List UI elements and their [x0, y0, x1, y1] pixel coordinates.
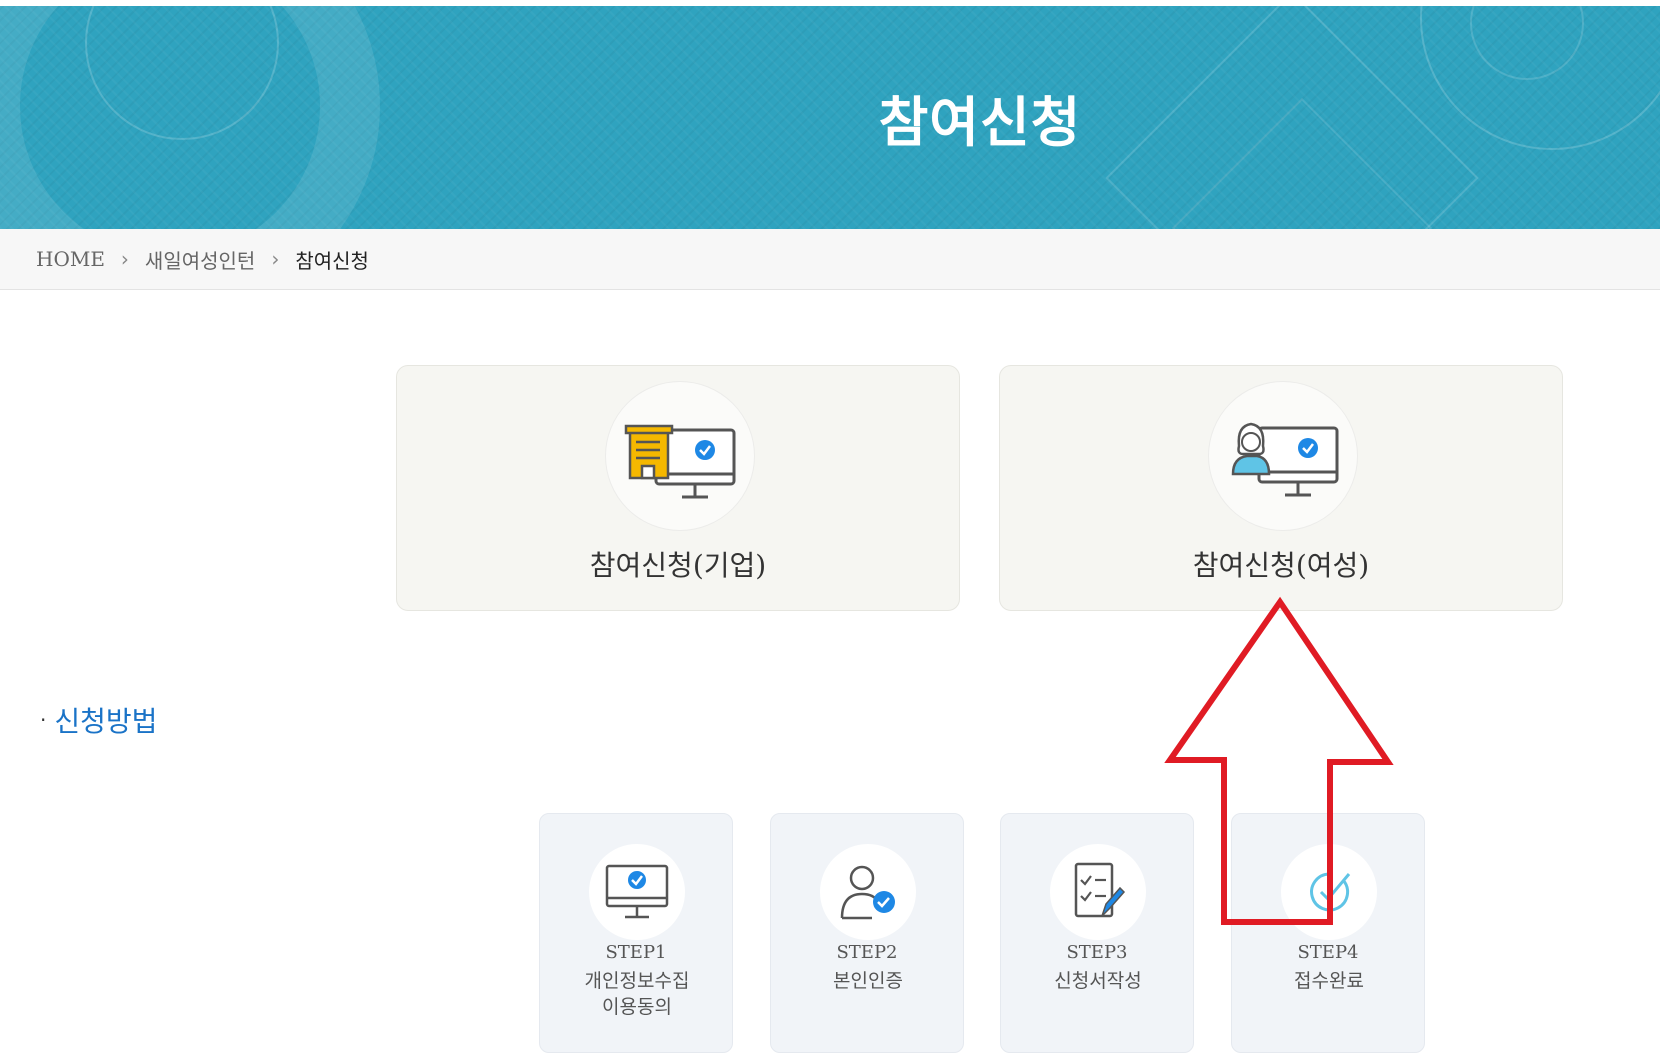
page-title: 참여신청 — [878, 91, 1082, 154]
breadcrumb-separator: › — [271, 247, 280, 271]
breadcrumb-separator: › — [120, 247, 129, 271]
step-number: STEP2 — [836, 942, 898, 963]
step-description-line: 신청서작성 — [1054, 970, 1142, 992]
breadcrumb-home[interactable]: HOME — [36, 247, 105, 271]
step-description-line: 본인인증 — [833, 970, 903, 992]
bullet-dot: · — [40, 708, 47, 732]
card-icon-circle — [605, 381, 755, 531]
step-icon-circle — [1050, 844, 1146, 940]
step-number: STEP3 — [1066, 942, 1128, 963]
apply-woman-card[interactable]: 참여신청(여성) — [999, 365, 1563, 611]
monitor-check-icon — [605, 864, 669, 919]
step-number: STEP4 — [1297, 942, 1359, 963]
apply-company-card[interactable]: 참여신청(기업) — [396, 365, 960, 611]
step-description: 신청서작성 — [1011, 968, 1185, 994]
apply-company-label: 참여신청(기업) — [589, 549, 767, 582]
step-icon-circle — [1281, 844, 1377, 940]
user-check-icon — [840, 865, 895, 920]
circle-check-icon — [1310, 872, 1351, 912]
breadcrumb-current: 참여신청 — [295, 248, 369, 273]
step-description: 본인인증 — [781, 968, 955, 994]
step-icon-circle — [589, 844, 685, 940]
step-number: STEP1 — [605, 942, 667, 963]
step-description-line: 이용동의 — [602, 996, 672, 1018]
step-description: 개인정보수집 이용동의 — [550, 968, 724, 1020]
apply-woman-label: 참여신청(여성) — [1192, 549, 1370, 582]
page-banner: 참여신청 — [0, 6, 1660, 229]
breadcrumb: HOME › 새일여성인턴 › 참여신청 — [0, 229, 1660, 290]
step-card-1: STEP1 개인정보수집 이용동의 — [539, 813, 733, 1053]
step-icon-circle — [820, 844, 916, 940]
method-title: 신청방법 — [54, 705, 158, 738]
step-description-line: 접수완료 — [1294, 970, 1364, 992]
step-description-line: 개인정보수집 — [584, 970, 690, 992]
step-card-4: STEP4 접수완료 — [1231, 813, 1425, 1053]
card-icon-circle — [1208, 381, 1358, 531]
woman-computer-icon — [1231, 422, 1339, 497]
step-description: 접수완료 — [1242, 968, 1416, 994]
checklist-pen-icon — [1074, 862, 1126, 918]
step-card-2: STEP2 본인인증 — [770, 813, 964, 1053]
method-heading: · 신청방법 — [40, 700, 157, 740]
breadcrumb-level1[interactable]: 새일여성인턴 — [145, 245, 255, 274]
company-computer-icon — [624, 424, 736, 499]
step-card-3: STEP3 신청서작성 — [1000, 813, 1194, 1053]
